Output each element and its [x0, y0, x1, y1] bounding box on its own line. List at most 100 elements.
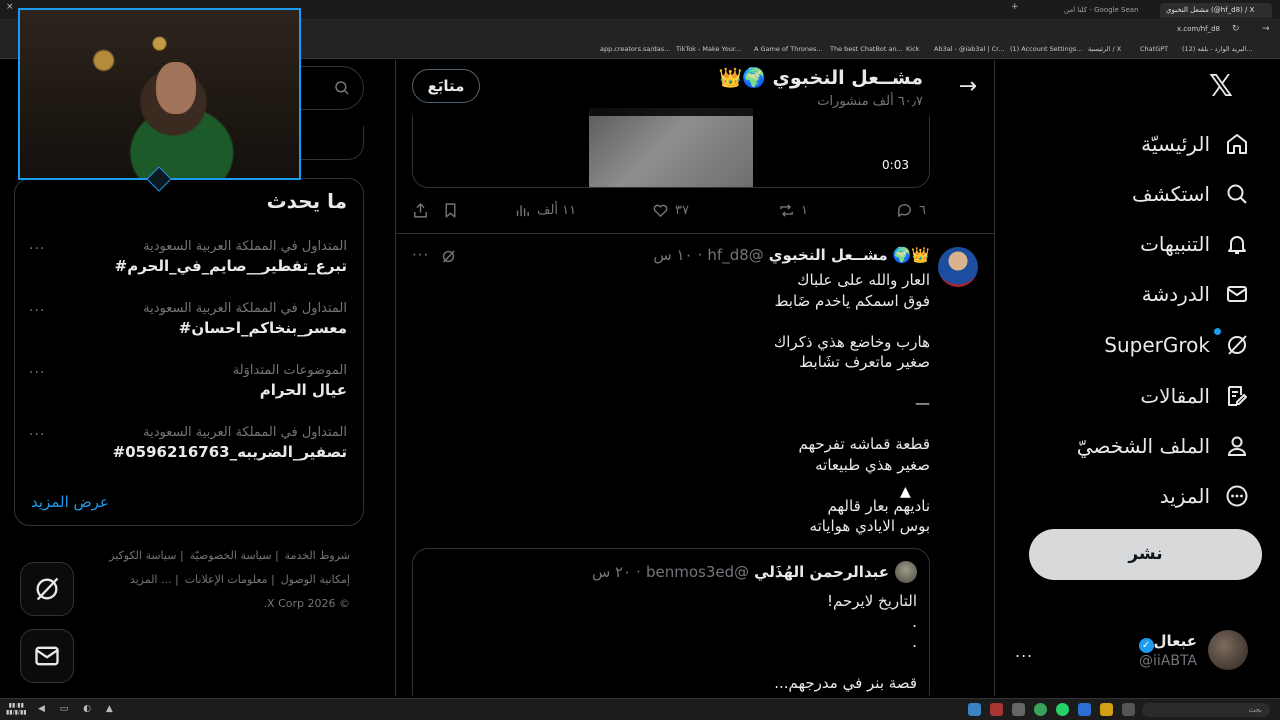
window-close-icon[interactable]: × — [6, 2, 14, 12]
forward-icon[interactable]: → — [1262, 24, 1270, 34]
more-icon[interactable]: ··· — [29, 365, 45, 381]
tweet-line — [460, 414, 930, 435]
bookmark[interactable]: (12) البريد الوارد - بلقه... — [1182, 45, 1252, 53]
views-button[interactable]: ١١ ألف — [514, 202, 576, 219]
bookmark[interactable]: TikTok - Make Your... — [676, 45, 741, 53]
taskbar-search-input[interactable]: بحث — [1142, 703, 1270, 717]
video-player[interactable]: 0:03 — [412, 108, 930, 188]
footer-more[interactable]: ... المزيد — [130, 573, 172, 586]
webcam-overlay — [18, 8, 301, 180]
new-tab-icon[interactable]: + — [1011, 2, 1019, 12]
likes-count: ٣٧ — [675, 203, 689, 218]
replies-count: ٦ — [919, 203, 926, 218]
tweet-author[interactable]: مشــعل النخبوي — [769, 246, 888, 264]
messages-fab-button[interactable] — [20, 629, 74, 683]
tweet-handle[interactable]: @hf_d8 — [707, 246, 763, 264]
tweet-line — [460, 311, 930, 332]
folder-icon[interactable] — [1100, 703, 1113, 716]
footer-accessibility[interactable]: إمكانية الوصول — [281, 573, 350, 586]
bookmark[interactable]: Ab3al - @iab3al | Cr... — [934, 45, 1004, 53]
nav-label: المقالات — [1140, 384, 1210, 408]
back-arrow-icon[interactable]: → — [959, 74, 977, 99]
nav-messages[interactable]: الدردشة — [1142, 274, 1250, 314]
nav-supergrok[interactable]: SuperGrok — [1104, 325, 1250, 365]
more-icon[interactable]: ··· — [29, 427, 45, 443]
bookmark[interactable]: The best ChatBot an... — [830, 45, 903, 53]
search-icon — [1224, 181, 1250, 207]
tweet-line: فوق اسمكم ياخدم ضَابط — [774, 291, 930, 310]
account-name-text: عبعال — [1153, 632, 1197, 650]
trend-item[interactable]: المتداول في المملكة العربية السعودية #مع… — [29, 301, 347, 337]
tab-google[interactable]: كلنا امن - Google Search — [1058, 3, 1138, 18]
nav-explore[interactable]: استكشف — [1132, 174, 1250, 214]
tweet-dot: · — [697, 246, 703, 264]
footer-terms[interactable]: شروط الخدمة — [285, 549, 350, 562]
footer-privacy[interactable]: سياسة الخصوصيّة — [190, 549, 272, 562]
bookmark[interactable]: A Game of Thrones... — [754, 45, 823, 53]
profile-emoji: 👑🌍 — [718, 67, 766, 89]
bookmark-button[interactable] — [442, 202, 459, 219]
bookmark[interactable]: (1) Account Settings... — [1010, 45, 1082, 53]
more-icon[interactable]: ... — [1015, 642, 1033, 661]
bookmark[interactable]: app.creators.sa/das... — [600, 45, 670, 53]
bookmark[interactable]: ChatGPT — [1140, 45, 1168, 53]
divider — [396, 233, 994, 234]
grok-icon[interactable] — [440, 248, 457, 265]
nav-more[interactable]: المزيد — [1160, 476, 1250, 516]
trend-item[interactable]: الموضوعات المتداوَلة عيال الحرام ··· — [29, 363, 347, 399]
taskbar-app-icon[interactable] — [1122, 703, 1135, 716]
tweet-text: العار والله على علباك فوق اسمكم ياخدم ضَ… — [460, 270, 930, 537]
nav-profile[interactable]: الملف الشخصيّ — [1077, 426, 1250, 466]
grok-fab-button[interactable] — [20, 562, 74, 616]
avatar — [895, 561, 917, 583]
nav-label: الملف الشخصيّ — [1076, 434, 1210, 458]
tab-profile[interactable]: مشعل النخبوي (@hf_d8) / X — [1160, 3, 1272, 18]
share-button[interactable] — [412, 202, 429, 219]
reload-icon[interactable]: ↻ — [1232, 24, 1240, 34]
tweet-emoji: 👑🌍 — [892, 246, 930, 264]
tweet-time[interactable]: ١٠ س — [653, 246, 692, 264]
nav-articles[interactable]: المقالات — [1140, 376, 1250, 416]
trend-item[interactable]: المتداول في المملكة العربية السعودية #تص… — [29, 425, 347, 461]
repost-button[interactable]: ١ — [778, 202, 808, 219]
quote-handle: @benmos3ed — [645, 563, 750, 581]
nav-notifications[interactable]: التنبيهات — [1140, 224, 1250, 264]
bookmark[interactable]: الرئيسية / X — [1088, 45, 1121, 53]
reply-button[interactable]: ٦ — [896, 202, 926, 219]
account-switcher[interactable]: ✓ عبعال @iiABTA ... — [995, 626, 1280, 676]
tweet-line: قطعة قماشه تفرحهم — [798, 435, 930, 453]
quoted-tweet[interactable]: عبدالرحمن الهُذَلي @benmos3ed · ٢٠ س الت… — [412, 548, 930, 696]
chrome-icon[interactable] — [1034, 703, 1047, 716]
quote-text: التاريخ لايرحم! . . قصة بنر في مدرجهم... — [437, 591, 917, 694]
tweet-line: ناديهم بعار قالهم — [827, 496, 930, 515]
avatar[interactable] — [938, 247, 978, 287]
mouse-cursor-icon: ▲ — [900, 484, 911, 500]
like-button[interactable]: ٣٧ — [652, 202, 689, 219]
taskbar-app-icon[interactable] — [968, 703, 981, 716]
trends-panel: ما يحدث المتداول في المملكة العربية السع… — [14, 178, 364, 526]
show-more-link[interactable]: عرض المزيد — [31, 493, 109, 511]
taskbar-app-icon[interactable] — [1012, 703, 1025, 716]
more-icon[interactable]: ··· — [29, 241, 45, 257]
search-input[interactable] — [300, 66, 364, 110]
x-logo-icon[interactable]: 𝕏 — [1206, 72, 1236, 102]
posts-count: ٦٠٫٧ ألف منشورات — [817, 94, 923, 109]
taskbar-app-icon[interactable] — [1078, 703, 1091, 716]
bookmark[interactable]: Kick — [906, 45, 919, 53]
taskbar-app-icon[interactable] — [990, 703, 1003, 716]
quote-line: . — [912, 633, 917, 651]
post-button[interactable]: نشر — [1029, 529, 1262, 580]
heart-icon — [653, 204, 668, 217]
footer-cookies[interactable]: سياسة الكوكيز — [109, 549, 176, 562]
nav-home[interactable]: الرئيسيّة — [1141, 124, 1250, 164]
follow-button[interactable]: متابَع — [412, 69, 480, 103]
more-icon[interactable]: ··· — [412, 246, 429, 264]
quote-header: عبدالرحمن الهُذَلي @benmos3ed · ٢٠ س — [592, 563, 889, 581]
profile-header: → 👑🌍 مشــعل النخبوي ٦٠٫٧ ألف منشورات متا… — [396, 60, 994, 116]
whatsapp-icon[interactable] — [1056, 703, 1069, 716]
url-field[interactable]: x.com/hf_d8 — [1177, 25, 1220, 33]
trend-item[interactable]: المتداول في المملكة العربية السعودية #تب… — [29, 239, 347, 275]
footer-ads-info[interactable]: معلومات الإعلانات — [185, 573, 268, 586]
more-icon[interactable]: ··· — [29, 303, 45, 319]
copyright: © 2026 X Corp. — [263, 597, 350, 610]
